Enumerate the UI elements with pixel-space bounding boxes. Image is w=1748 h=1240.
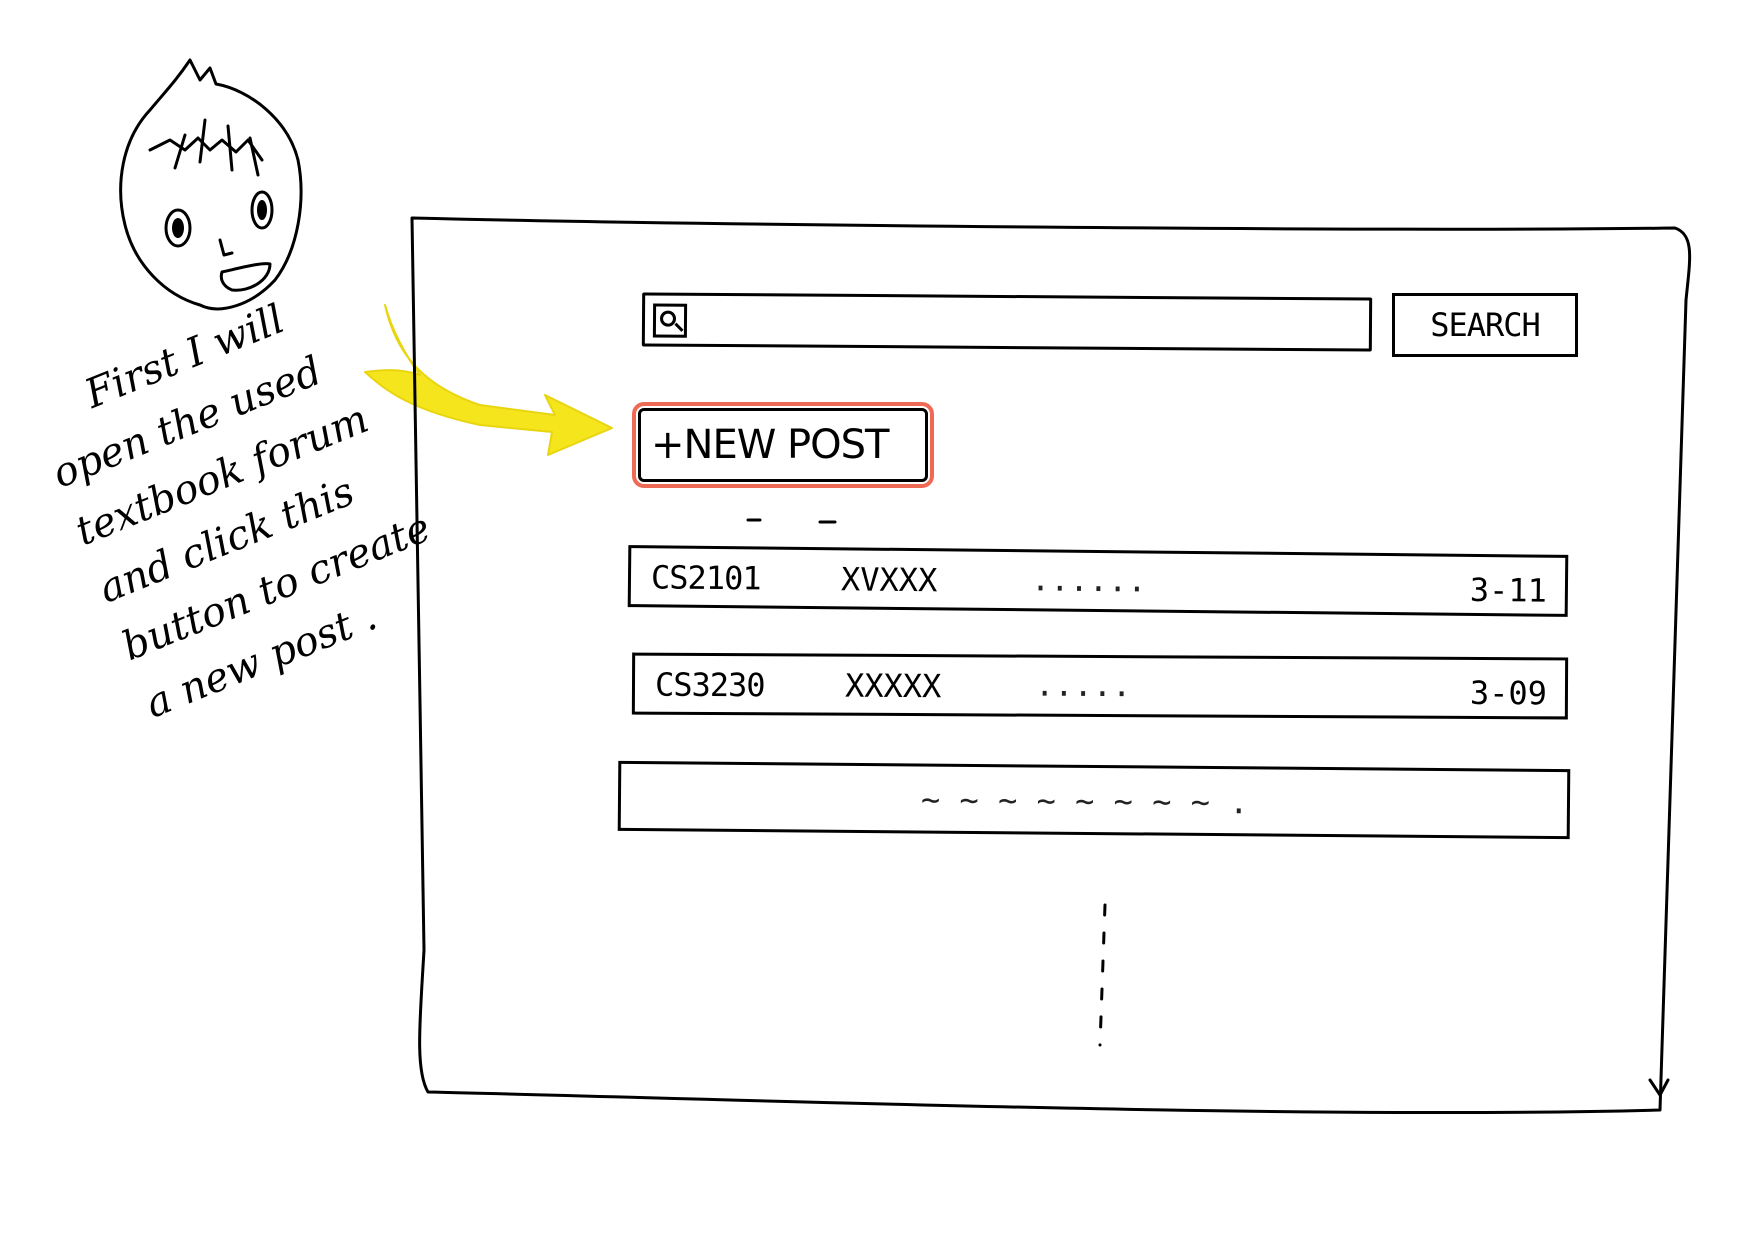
avatar (119, 58, 303, 311)
post-date: 3-09 (1469, 673, 1548, 713)
search-icon (652, 303, 688, 338)
post-list-item[interactable]: ~ ~ ~ ~ ~ ~ ~ ~ . (617, 760, 1571, 840)
new-post-button[interactable]: +NEW POST (632, 402, 934, 488)
post-preview: ..... (1034, 665, 1132, 705)
post-course: CS2101 (650, 558, 761, 598)
search-bar: SEARCH (641, 292, 1582, 357)
forum-page: SEARCH +NEW POST CS2101 XVXXX ...... 3-1… (412, 220, 1682, 1100)
post-list-item[interactable]: CS2101 XVXXX ...... 3-11 (627, 545, 1569, 617)
post-list-item[interactable]: CS3230 XXXXX ..... 3-09 (631, 652, 1569, 720)
search-input[interactable] (641, 292, 1373, 352)
post-course: CS3230 (654, 665, 765, 705)
post-preview: ...... (1030, 560, 1147, 600)
post-preview: ~ ~ ~ ~ ~ ~ ~ ~ . (920, 780, 1249, 822)
post-title: XVXXX (840, 560, 938, 600)
search-button[interactable]: SEARCH (1392, 293, 1578, 357)
post-date: 3-11 (1469, 570, 1548, 610)
post-title: XXXXX (844, 666, 942, 706)
